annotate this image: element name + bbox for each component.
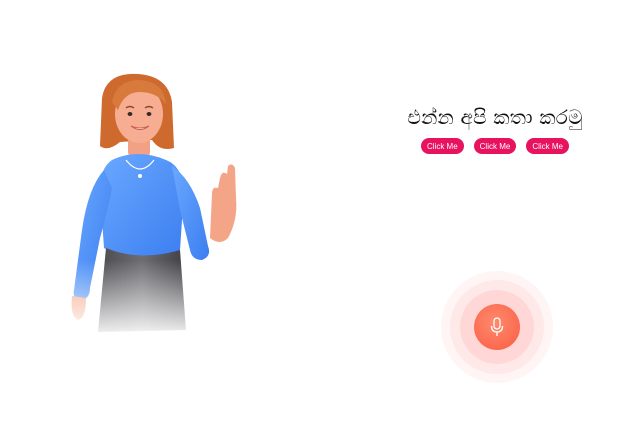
microphone-icon (490, 317, 504, 336)
click-me-button-1[interactable]: Click Me (420, 138, 464, 154)
voice-assistant-page: එන්න අපි කතා කරමු Click Me Click Me Clic… (0, 0, 640, 426)
click-me-button-3[interactable]: Click Me (526, 138, 569, 154)
click-me-button-2[interactable]: Click Me (473, 138, 517, 154)
greeting-panel: එන්න අපි කතා කරමු Click Me Click Me Clic… (380, 105, 610, 154)
button-group: Click Me Click Me Click Me (380, 138, 610, 154)
greeting-heading: එන්න අපි කතා කරමු (407, 105, 583, 129)
mic-button[interactable] (474, 304, 520, 350)
mic-button-area (441, 271, 553, 383)
woman-waving-illustration (60, 70, 250, 340)
